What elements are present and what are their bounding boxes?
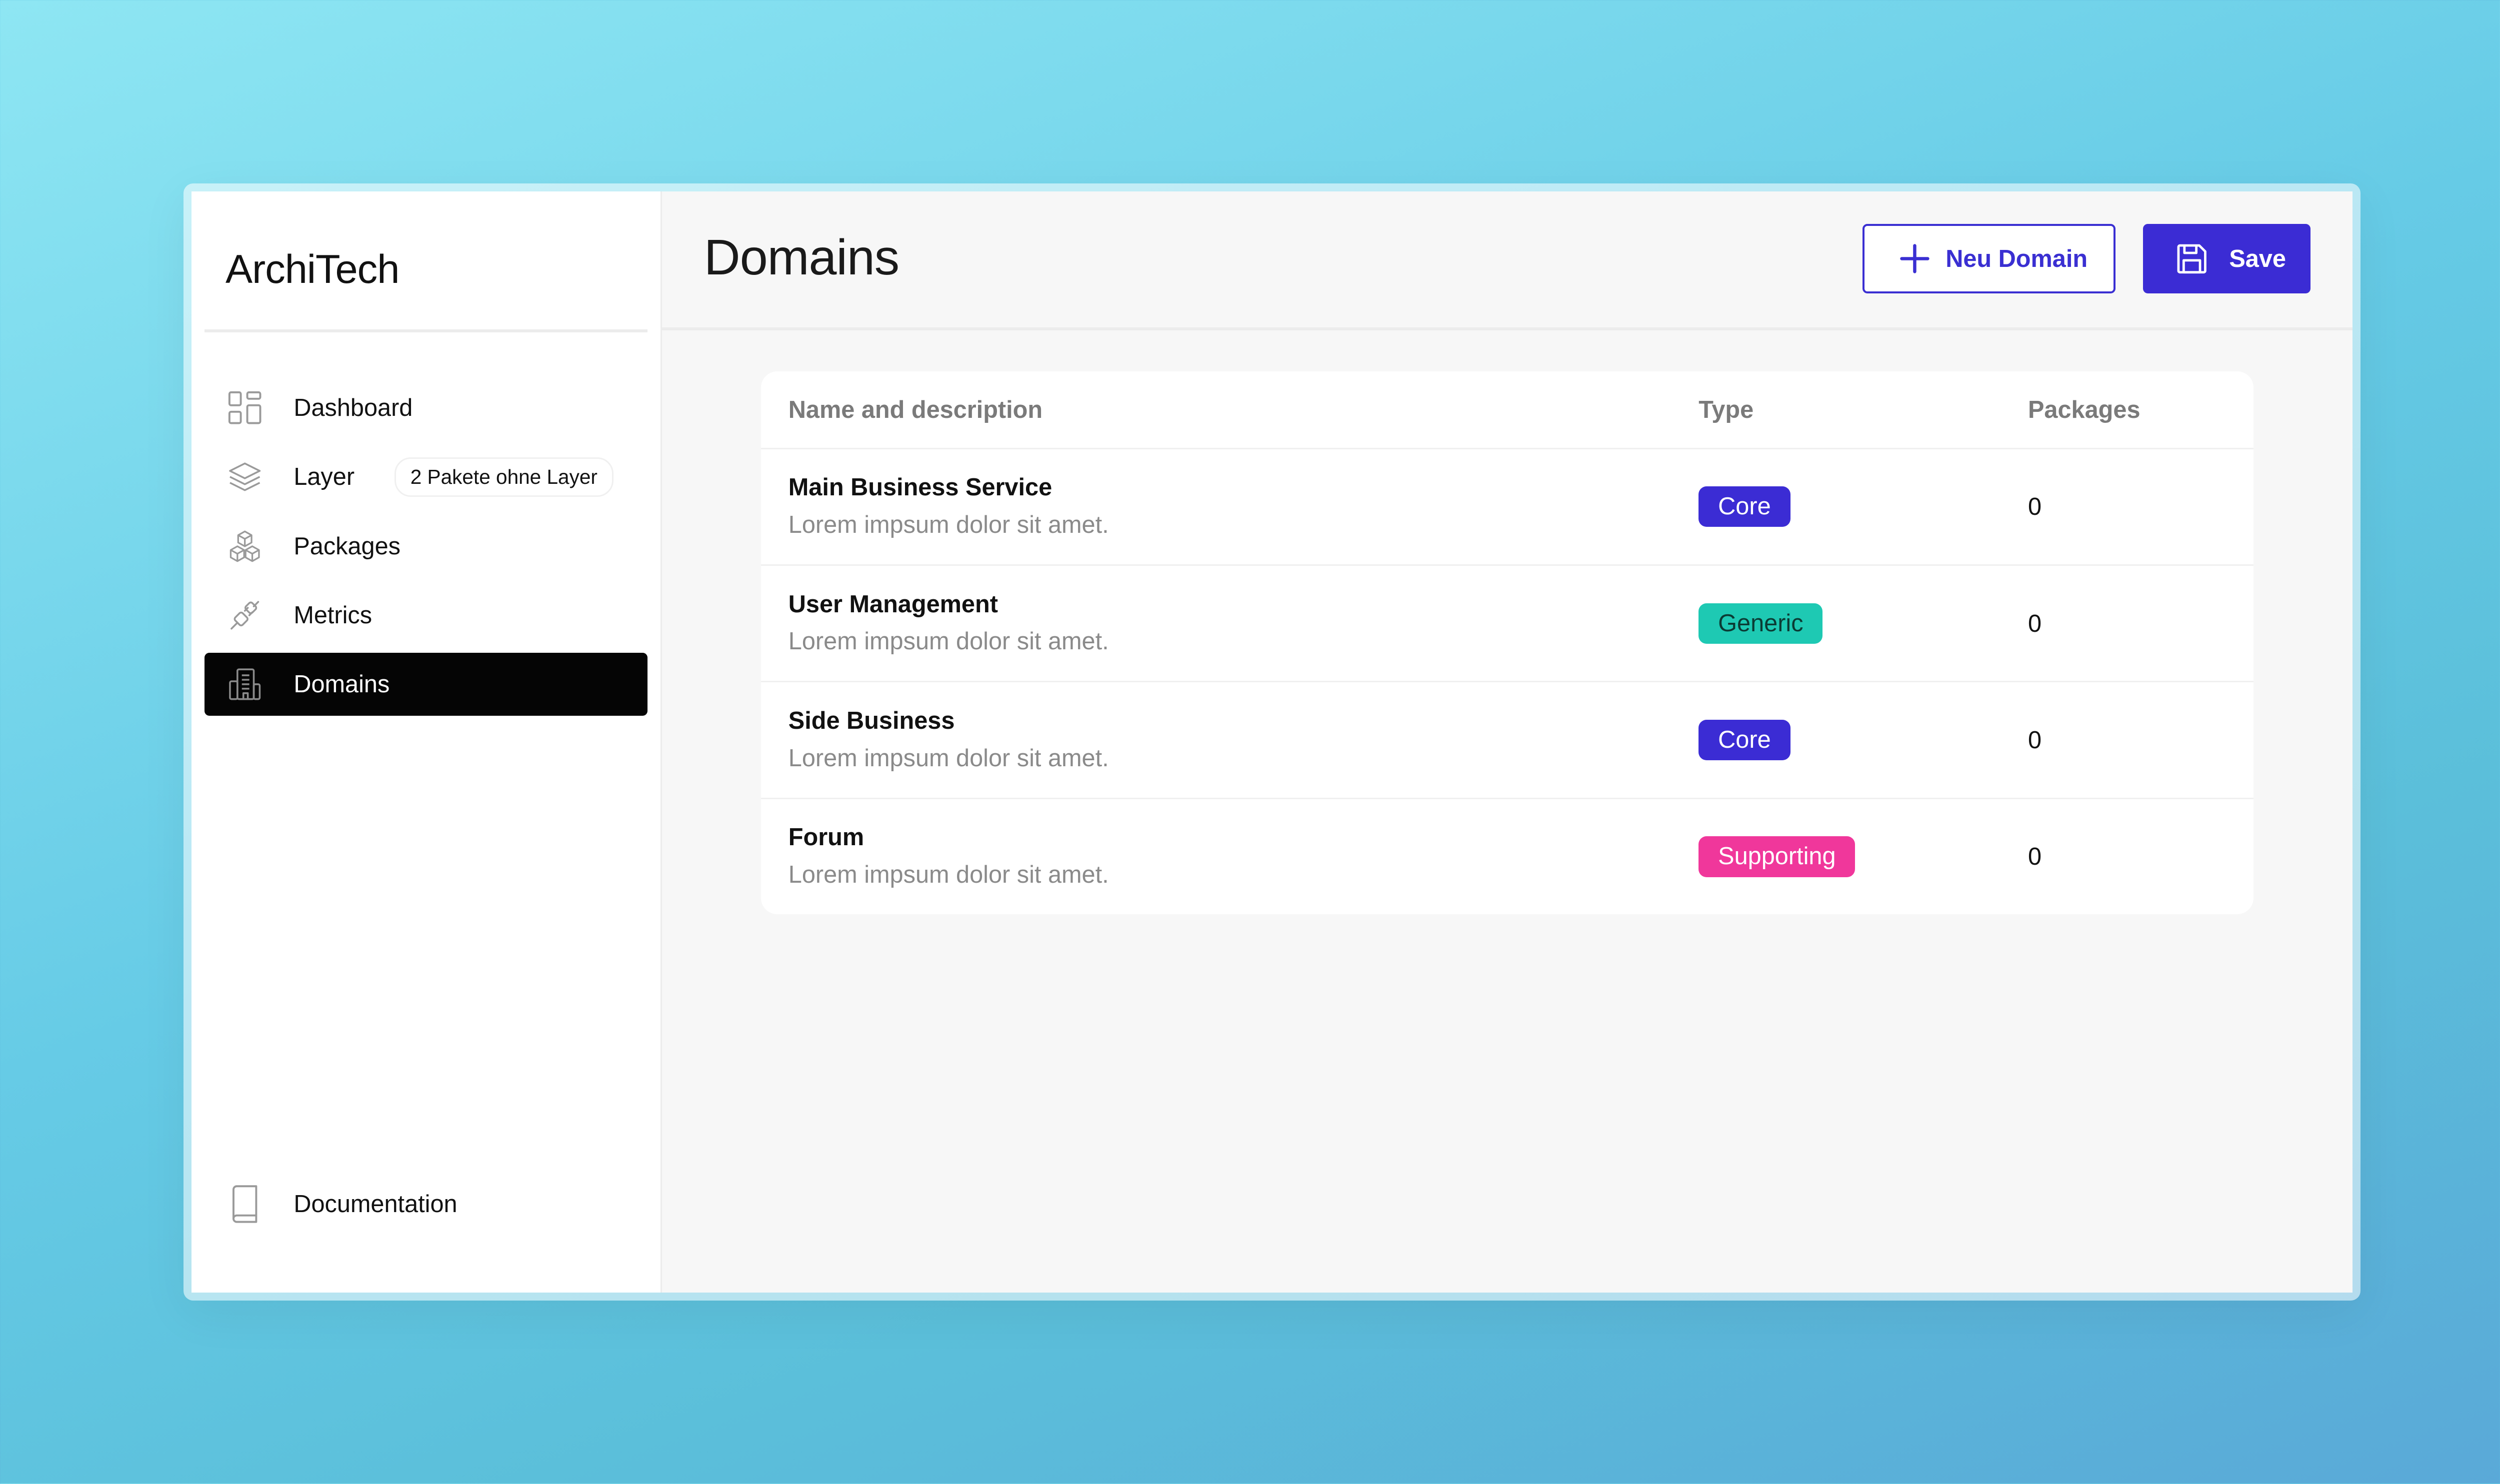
sidebar-item-label: Metrics [294, 601, 372, 629]
sidebar-item-layer[interactable]: Layer 2 Pakete ohne Layer [204, 445, 648, 509]
sidebar-item-label: Documentation [294, 1191, 458, 1218]
table-row[interactable]: Forum Lorem impsum dolor sit amet. Suppo… [761, 799, 2254, 914]
new-domain-button[interactable]: Neu Domain [1862, 223, 2116, 294]
sidebar-divider [204, 329, 648, 333]
sidebar-item-label: Layer [294, 463, 355, 491]
domain-description: Lorem impsum dolor sit amet. [788, 861, 1109, 889]
page-header: Domains Neu Domain Save [662, 191, 2353, 331]
packages-count: 0 [2028, 726, 2042, 754]
sidebar-item-packages[interactable]: Packages [204, 514, 648, 578]
app-window: ArchiTech Dashboard Layer 2 Pakete ohne … [183, 183, 2361, 1301]
plus-icon [1897, 241, 1932, 276]
sidebar-item-domains[interactable]: Domains [204, 652, 648, 716]
type-badge-core: Core [1698, 719, 1790, 761]
table-row[interactable]: User Management Lorem impsum dolor sit a… [760, 566, 2254, 683]
packages-count: 0 [2028, 843, 2042, 871]
table-row[interactable]: Side Business Lorem impsum dolor sit ame… [760, 682, 2254, 799]
plug-icon [227, 597, 262, 633]
column-header-name[interactable]: Name and description [788, 396, 1042, 424]
domain-description: Lorem impsum dolor sit amet. [788, 744, 1109, 772]
domain-name: Main Business Service [788, 474, 1052, 501]
save-label: Save [2229, 245, 2286, 272]
page-title: Domains [704, 229, 900, 285]
layer-warning-badge: 2 Pakete ohne Layer [394, 457, 614, 497]
table-header: Name and description Type Packages [760, 371, 2254, 449]
app-frame: ArchiTech Dashboard Layer 2 Pakete ohne … [191, 191, 2353, 1293]
book-icon [227, 1185, 262, 1224]
table-row[interactable]: Main Business Service Lorem impsum dolor… [760, 449, 2254, 566]
domain-name: User Management [788, 590, 998, 618]
type-badge-core: Core [1698, 486, 1790, 527]
type-badge-generic: Generic [1698, 603, 1823, 644]
domain-name: Side Business [788, 707, 955, 735]
sidebar-item-label: Packages [294, 532, 400, 560]
sidebar: ArchiTech Dashboard Layer 2 Pakete ohne … [191, 191, 662, 1293]
domains-table: Name and description Type Packages Main … [760, 371, 2254, 915]
dashboard-grid-icon [227, 390, 262, 425]
buildings-icon [227, 666, 262, 702]
column-header-type[interactable]: Type [1698, 396, 1754, 424]
sidebar-item-metrics[interactable]: Metrics [204, 583, 648, 647]
domain-description: Lorem impsum dolor sit amet. [788, 511, 1109, 538]
cubes-icon [227, 528, 262, 564]
sidebar-item-dashboard[interactable]: Dashboard [204, 376, 648, 440]
main-content: Domains Neu Domain Save Name and descrip… [662, 191, 2353, 1293]
new-domain-label: Neu Domain [1946, 245, 2088, 272]
domain-description: Lorem impsum dolor sit amet. [788, 628, 1109, 655]
sidebar-nav: Dashboard Layer 2 Pakete ohne Layer Pack… [204, 376, 648, 722]
domain-name: Forum [788, 824, 864, 851]
column-header-packages[interactable]: Packages [2028, 396, 2140, 424]
sidebar-item-documentation[interactable]: Documentation [204, 1173, 648, 1236]
type-badge-supporting: Supporting [1698, 836, 1856, 877]
brand-logo: ArchiTech [226, 247, 400, 292]
packages-count: 0 [2028, 610, 2042, 637]
save-button[interactable]: Save [2143, 223, 2310, 294]
sidebar-item-label: Dashboard [294, 394, 413, 422]
floppy-disk-icon [2174, 241, 2210, 276]
packages-count: 0 [2028, 493, 2042, 521]
sidebar-item-label: Domains [294, 670, 390, 698]
layers-icon [227, 459, 262, 495]
